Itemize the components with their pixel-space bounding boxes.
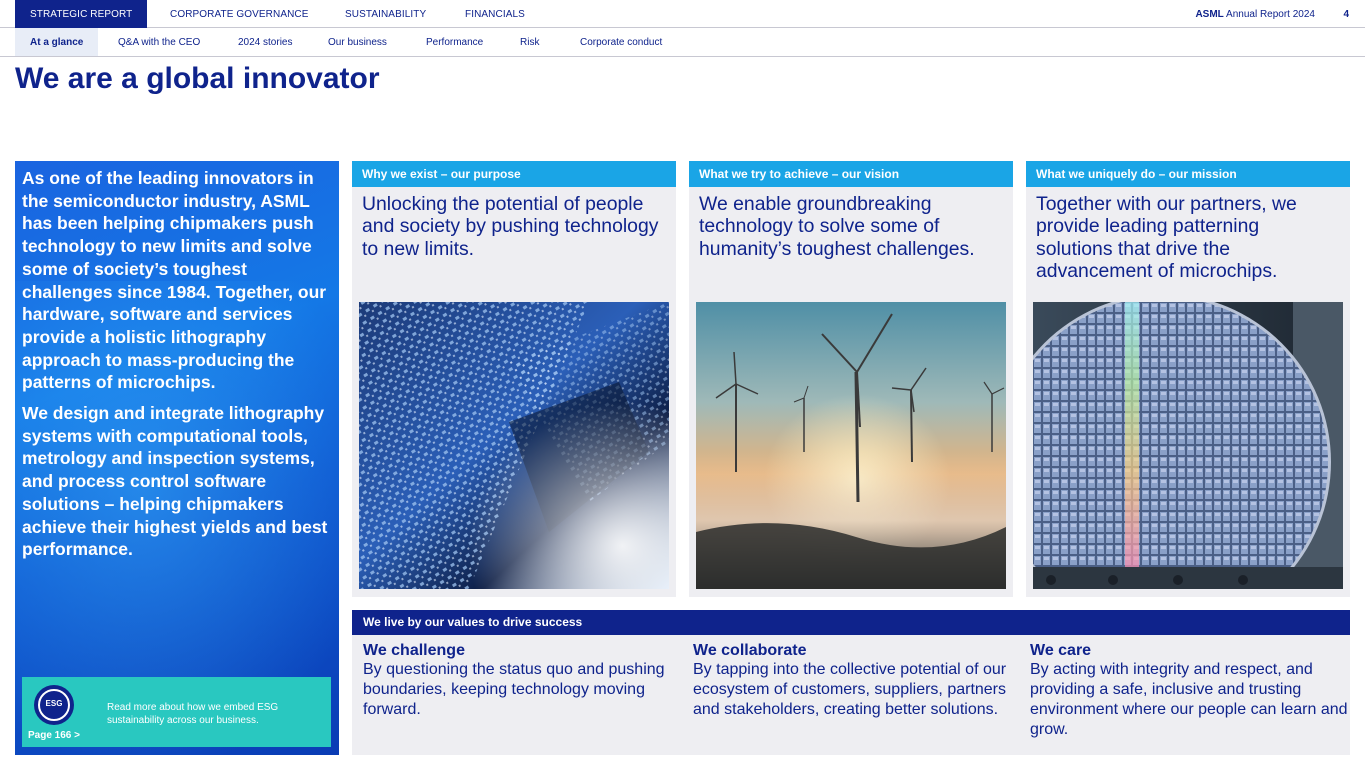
tab-corporate-governance[interactable]: CORPORATE GOVERNANCE [170,0,309,28]
intro-paragraph-1: As one of the leading innovators in the … [22,168,327,393]
subtab-risk[interactable]: Risk [520,28,539,56]
report-brand: ASML [1195,9,1224,20]
report-title: ASML Annual Report 2024 [1195,0,1315,28]
tab-financials[interactable]: FINANCIALS [465,0,525,28]
page-number: 4 [1343,9,1349,20]
mission-card: What we uniquely do – our mission Togeth… [1026,161,1350,597]
purpose-text: Unlocking the potential of people and so… [362,193,659,260]
sub-navigation: At a glance Q&A with the CEO 2024 storie… [0,28,1365,57]
subtab-corporate-conduct[interactable]: Corporate conduct [580,28,662,56]
vision-card: What we try to achieve – our vision We e… [689,161,1013,597]
tab-strategic-report[interactable]: STRATEGIC REPORT [15,0,148,28]
vision-header: What we try to achieve – our vision [689,161,1013,187]
mission-text: Together with our partners, we provide l… [1036,193,1297,282]
subtab-performance[interactable]: Performance [426,28,483,56]
esg-icon: ESG [34,685,74,725]
values-header: We live by our values to drive success [352,610,1350,635]
value-collaborate-text: By tapping into the collective potential… [693,661,1007,718]
purpose-header: Why we exist – our purpose [352,161,676,187]
silicon-wafer-photo [1033,302,1343,589]
intro-paragraph-2: We design and integrate lithography syst… [22,403,328,560]
value-care-title: We care [1030,642,1092,659]
value-collaborate-title: We collaborate [693,642,807,659]
subtab-at-a-glance[interactable]: At a glance [15,28,99,56]
wind-turbines-photo [696,302,1006,589]
subtab-our-business[interactable]: Our business [328,28,387,56]
tab-sustainability[interactable]: SUSTAINABILITY [345,0,426,28]
report-title-text: Annual Report 2024 [1226,9,1315,20]
circuit-board-photo [359,302,669,589]
subtab-qa-with-ceo[interactable]: Q&A with the CEO [118,28,200,56]
mission-header: What we uniquely do – our mission [1026,161,1350,187]
intro-panel: As one of the leading innovators in the … [15,161,339,755]
value-care: We care By acting with integrity and res… [1030,641,1350,740]
esg-text: Read more about how we embed ESG sustain… [107,702,279,726]
top-navigation: STRATEGIC REPORT CORPORATE GOVERNANCE SU… [0,0,1365,28]
value-challenge: We challenge By questioning the status q… [363,641,683,720]
esg-page-link[interactable]: Page 166 > [28,730,80,741]
vision-text: We enable groundbreaking technology to s… [699,193,975,260]
esg-callout[interactable]: ESG Read more about how we embed ESG sus… [22,677,331,747]
purpose-card: Why we exist – our purpose Unlocking the… [352,161,676,597]
subtab-2024-stories[interactable]: 2024 stories [238,28,292,56]
value-challenge-title: We challenge [363,642,465,659]
page-title: We are a global innovator [15,62,380,95]
value-challenge-text: By questioning the status quo and pushin… [363,661,665,718]
values-panel: We live by our values to drive success W… [352,610,1350,755]
value-collaborate: We collaborate By tapping into the colle… [693,641,1013,720]
esg-badge-label: ESG [45,699,63,708]
value-care-text: By acting with integrity and respect, an… [1030,661,1348,738]
